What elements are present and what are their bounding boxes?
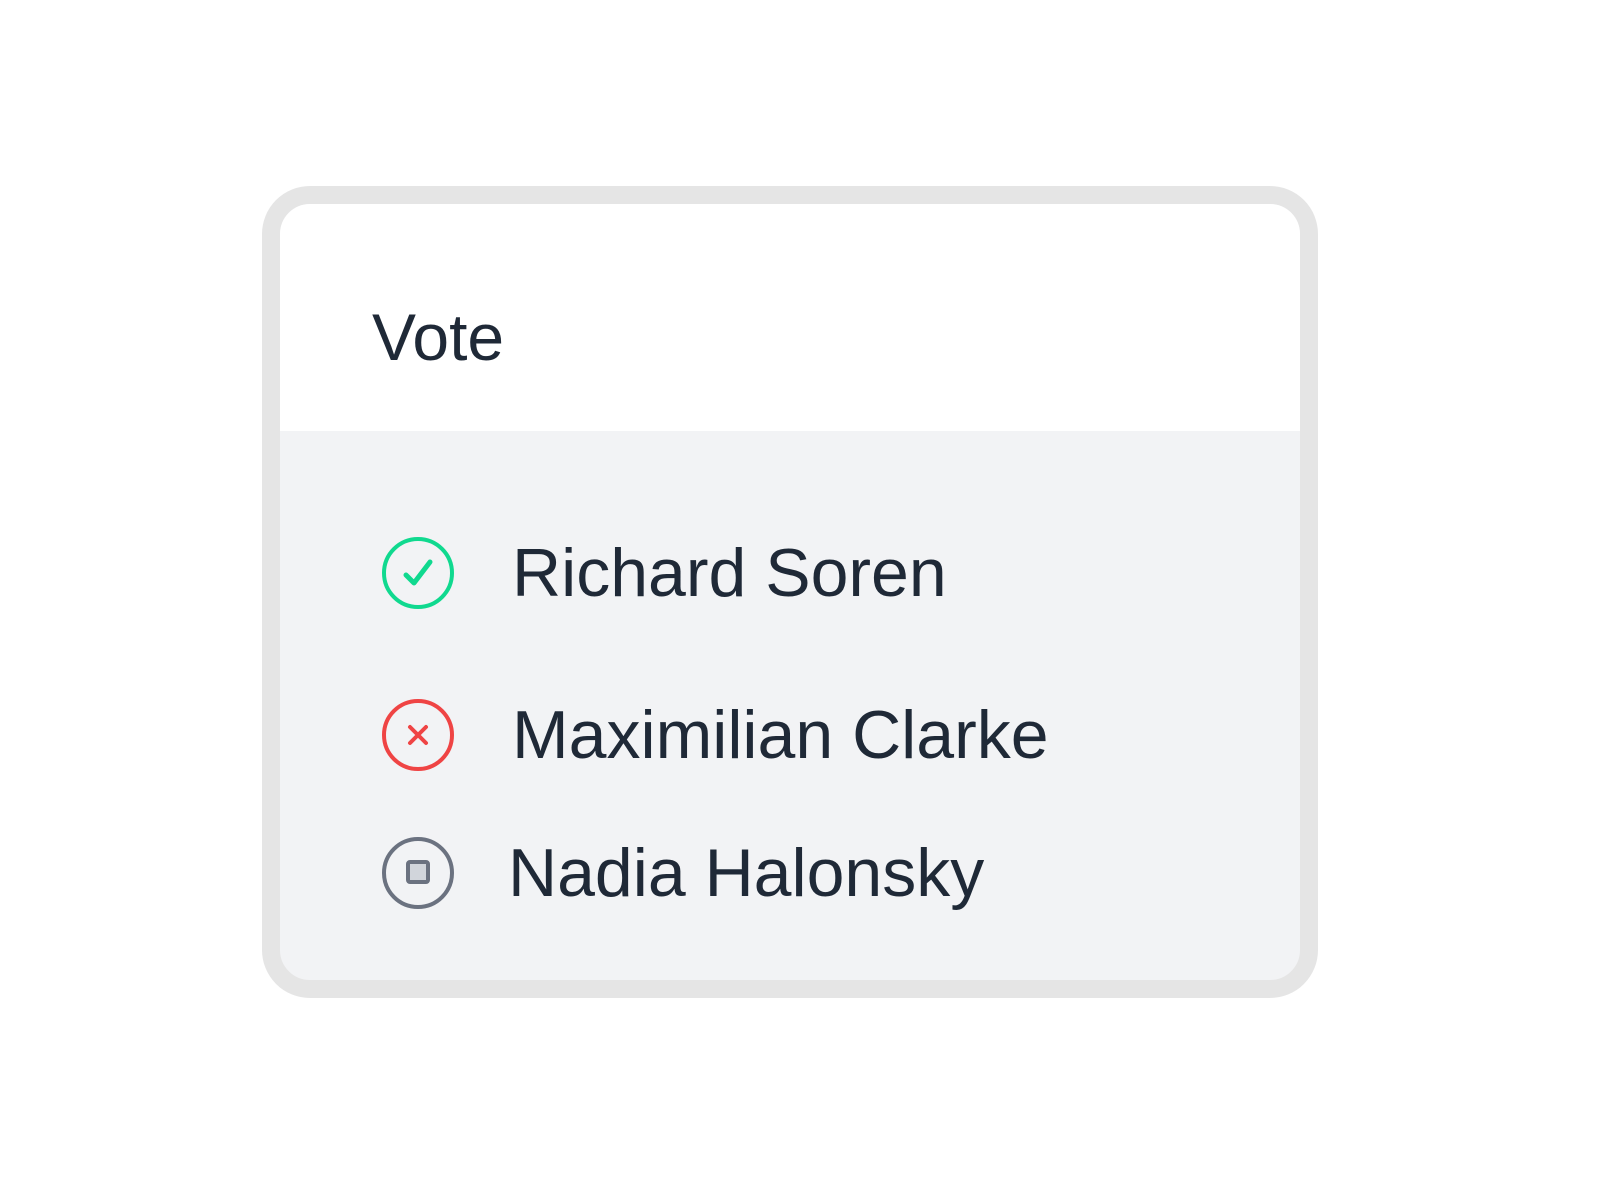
stop-circle-icon (382, 837, 454, 909)
voter-row-nadia-halonsky: Nadia Halonsky (380, 835, 984, 911)
voter-name: Richard Soren (512, 535, 947, 611)
card-header: Vote (280, 204, 1300, 431)
voter-name: Nadia Halonsky (508, 835, 985, 911)
voter-row-richard-soren: Richard Soren (380, 535, 947, 611)
card-title: Vote (372, 300, 505, 374)
vote-card: Vote Richard Soren Maximilian Clarke Nad… (262, 186, 1318, 998)
x-circle-icon (382, 699, 454, 771)
voter-row-maximilian-clarke: Maximilian Clarke (380, 697, 1049, 773)
check-circle-icon (382, 537, 454, 609)
canvas: Vote Richard Soren Maximilian Clarke Nad… (0, 0, 1600, 1200)
voter-name: Maximilian Clarke (512, 697, 1049, 773)
